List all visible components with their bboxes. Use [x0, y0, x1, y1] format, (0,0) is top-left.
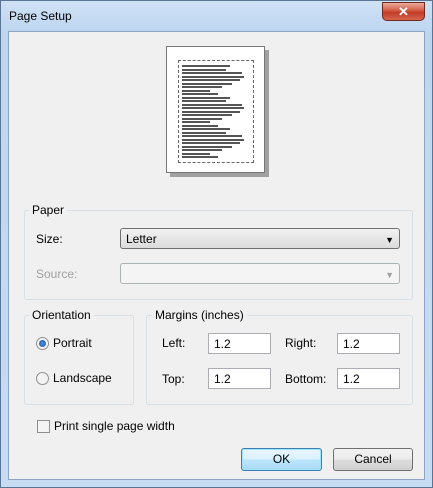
- right-margin-label: Right:: [285, 336, 317, 350]
- window-title: Page Setup: [9, 9, 72, 23]
- preview-line: [182, 107, 244, 109]
- left-margin-label: Left:: [162, 336, 186, 350]
- bottom-margin-label: Bottom:: [285, 372, 327, 386]
- preview-line: [182, 103, 242, 106]
- preview-line: [182, 131, 226, 134]
- page-setup-dialog: Page Setup ✕ Paper Size: Letter ▼ Source…: [0, 0, 433, 488]
- left-margin-input[interactable]: 1.2: [208, 333, 271, 354]
- preview-line: [182, 117, 222, 120]
- preview-line: [182, 152, 210, 155]
- preview-line: [182, 100, 226, 102]
- close-button[interactable]: ✕: [382, 2, 425, 21]
- top-margin-input[interactable]: 1.2: [208, 368, 271, 389]
- preview-line: [182, 89, 210, 92]
- page-preview: [166, 46, 265, 173]
- dialog-body: Paper Size: Letter ▼ Source: ▼ Orientati…: [8, 31, 425, 480]
- paper-group: [24, 210, 413, 300]
- preview-line: [182, 110, 240, 113]
- bottom-margin-input[interactable]: 1.2: [337, 368, 400, 389]
- preview-line: [182, 149, 222, 151]
- landscape-radio[interactable]: [36, 372, 49, 385]
- margins-group-label: Margins (inches): [152, 308, 247, 322]
- preview-line: [182, 138, 244, 141]
- single-page-width-checkbox[interactable]: [37, 420, 50, 433]
- preview-line: [182, 65, 230, 67]
- chevron-down-icon: ▼: [385, 270, 394, 280]
- preview-line: [182, 124, 218, 127]
- ok-button[interactable]: OK: [241, 448, 322, 471]
- preview-line: [182, 93, 218, 95]
- preview-line: [182, 142, 240, 144]
- preview-line: [182, 114, 232, 116]
- preview-line: [182, 145, 232, 148]
- source-label: Source:: [36, 267, 78, 281]
- orientation-group: [24, 315, 134, 405]
- preview-line: [182, 86, 222, 88]
- preview-line: [182, 79, 240, 81]
- preview-line: [182, 68, 226, 71]
- title-bar[interactable]: Page Setup ✕: [1, 1, 432, 31]
- portrait-label[interactable]: Portrait: [53, 336, 92, 350]
- margins-group: [146, 315, 413, 405]
- preview-line: [182, 128, 230, 130]
- size-dropdown[interactable]: Letter ▼: [120, 228, 400, 249]
- preview-line: [182, 156, 218, 158]
- preview-line: [182, 75, 244, 78]
- size-value: Letter: [126, 232, 157, 246]
- single-page-width-label[interactable]: Print single page width: [54, 419, 175, 433]
- preview-line: [182, 72, 242, 74]
- cancel-button[interactable]: Cancel: [333, 448, 413, 471]
- paper-group-label: Paper: [29, 203, 68, 217]
- preview-line: [182, 96, 230, 99]
- chevron-down-icon: ▼: [385, 235, 394, 245]
- close-icon: ✕: [398, 4, 409, 19]
- preview-line: [182, 82, 232, 85]
- source-dropdown[interactable]: ▼: [120, 263, 400, 284]
- preview-line: [182, 135, 242, 137]
- right-margin-input[interactable]: 1.2: [337, 333, 400, 354]
- orientation-group-label: Orientation: [29, 308, 94, 322]
- landscape-label[interactable]: Landscape: [53, 371, 112, 385]
- portrait-radio[interactable]: [36, 337, 49, 350]
- top-margin-label: Top:: [162, 372, 185, 386]
- preview-line: [182, 121, 210, 123]
- size-label: Size:: [36, 232, 63, 246]
